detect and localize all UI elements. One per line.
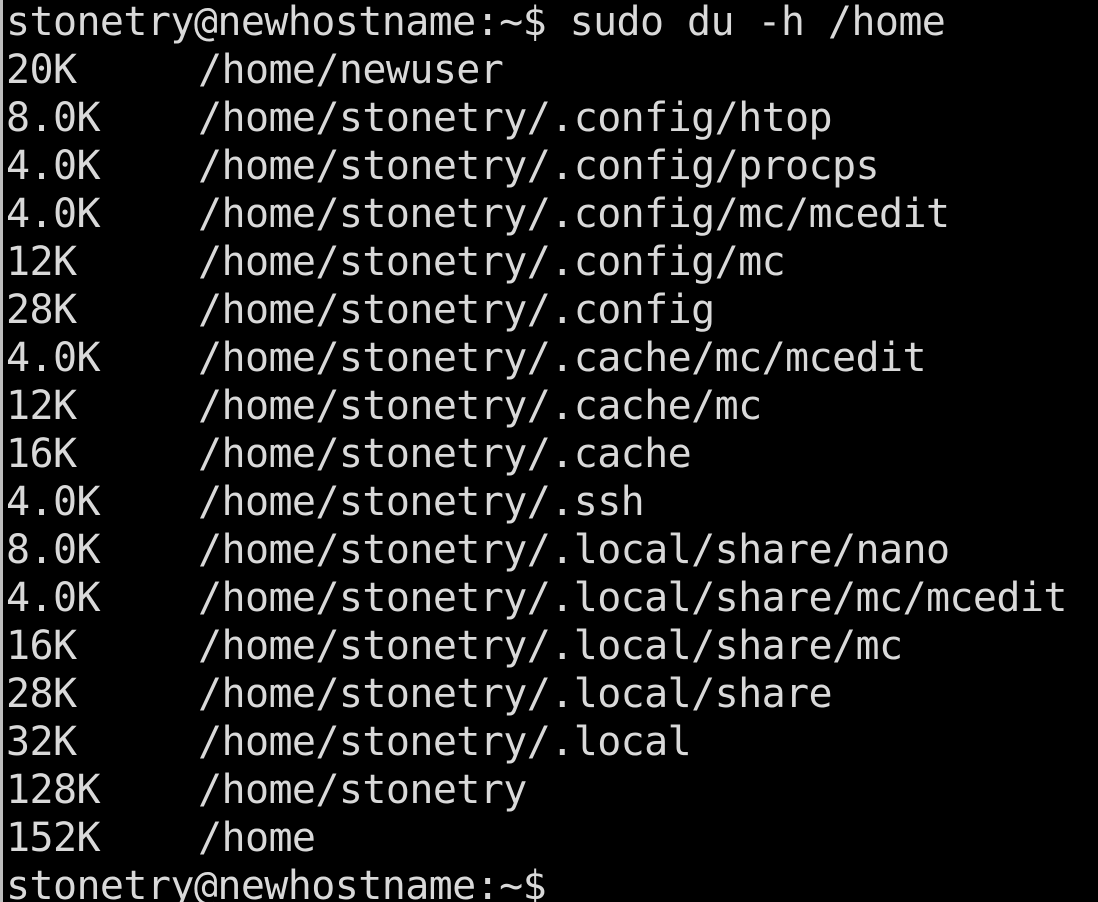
path-value: /home/stonetry/.local/share/mc	[198, 623, 903, 669]
output-row: 152K/home	[6, 814, 1098, 862]
path-value: /home/stonetry/.config/mc/mcedit	[198, 191, 950, 237]
output-row: 32K/home/stonetry/.local	[6, 718, 1098, 766]
size-value: 4.0K	[6, 143, 101, 189]
path-value: /home/stonetry/.local/share/nano	[198, 527, 950, 573]
size-value: 12K	[6, 383, 77, 429]
size-value: 4.0K	[6, 191, 101, 237]
path-value: /home/stonetry/.config/htop	[198, 95, 833, 141]
size-value: 16K	[6, 431, 77, 477]
path-value: /home/stonetry/.local/share/mc/mcedit	[198, 575, 1067, 621]
output-row: 4.0K/home/stonetry/.cache/mc/mcedit	[6, 334, 1098, 382]
output-row: 8.0K/home/stonetry/.local/share/nano	[6, 526, 1098, 574]
size-value: 4.0K	[6, 575, 101, 621]
output-row: 16K/home/stonetry/.local/share/mc	[6, 622, 1098, 670]
terminal-content: stonetry@newhostname:~$ sudo du -h /home…	[6, 0, 1098, 902]
path-value: /home/stonetry/.cache	[198, 431, 692, 477]
path-value: /home/stonetry/.config	[198, 287, 715, 333]
path-value: /home/newuser	[198, 47, 504, 93]
output-row: 4.0K/home/stonetry/.local/share/mc/mcedi…	[6, 574, 1098, 622]
output-row: 12K/home/stonetry/.config/mc	[6, 238, 1098, 286]
path-value: /home/stonetry/.config/mc	[198, 239, 786, 285]
final-prompt-text: stonetry@newhostname:~$	[6, 863, 547, 902]
size-value: 28K	[6, 287, 77, 333]
size-value: 28K	[6, 671, 77, 717]
size-value: 16K	[6, 623, 77, 669]
path-value: /home/stonetry/.cache/mc/mcedit	[198, 335, 927, 381]
left-border	[0, 0, 3, 902]
path-value: /home/stonetry/.ssh	[198, 479, 645, 525]
prompt-text: stonetry@newhostname:~$	[6, 0, 547, 45]
output-row: 20K/home/newuser	[6, 46, 1098, 94]
output-row: 4.0K/home/stonetry/.ssh	[6, 478, 1098, 526]
output-row: 8.0K/home/stonetry/.config/htop	[6, 94, 1098, 142]
size-value: 4.0K	[6, 479, 101, 525]
path-value: /home/stonetry/.local/share	[198, 671, 833, 717]
size-value: 4.0K	[6, 335, 101, 381]
size-value: 8.0K	[6, 527, 101, 573]
path-value: /home	[198, 815, 316, 861]
size-value: 20K	[6, 47, 77, 93]
output-row: 28K/home/stonetry/.config	[6, 286, 1098, 334]
size-value: 152K	[6, 815, 101, 861]
output-row: 28K/home/stonetry/.local/share	[6, 670, 1098, 718]
size-value: 32K	[6, 719, 77, 765]
output-row: 128K/home/stonetry	[6, 766, 1098, 814]
output-row: 16K/home/stonetry/.cache	[6, 430, 1098, 478]
size-value: 128K	[6, 767, 101, 813]
path-value: /home/stonetry/.local	[198, 719, 692, 765]
output-row: 4.0K/home/stonetry/.config/procps	[6, 142, 1098, 190]
path-value: /home/stonetry	[198, 767, 527, 813]
terminal-window[interactable]: stonetry@newhostname:~$ sudo du -h /home…	[0, 0, 1098, 902]
path-value: /home/stonetry/.cache/mc	[198, 383, 762, 429]
command-line: stonetry@newhostname:~$ sudo du -h /home	[6, 0, 1098, 46]
output-row: 4.0K/home/stonetry/.config/mc/mcedit	[6, 190, 1098, 238]
size-value: 12K	[6, 239, 77, 285]
output-row: 12K/home/stonetry/.cache/mc	[6, 382, 1098, 430]
final-prompt-line[interactable]: stonetry@newhostname:~$	[6, 862, 1098, 902]
size-value: 8.0K	[6, 95, 101, 141]
command-text: sudo du -h /home	[569, 0, 946, 45]
path-value: /home/stonetry/.config/procps	[198, 143, 880, 189]
